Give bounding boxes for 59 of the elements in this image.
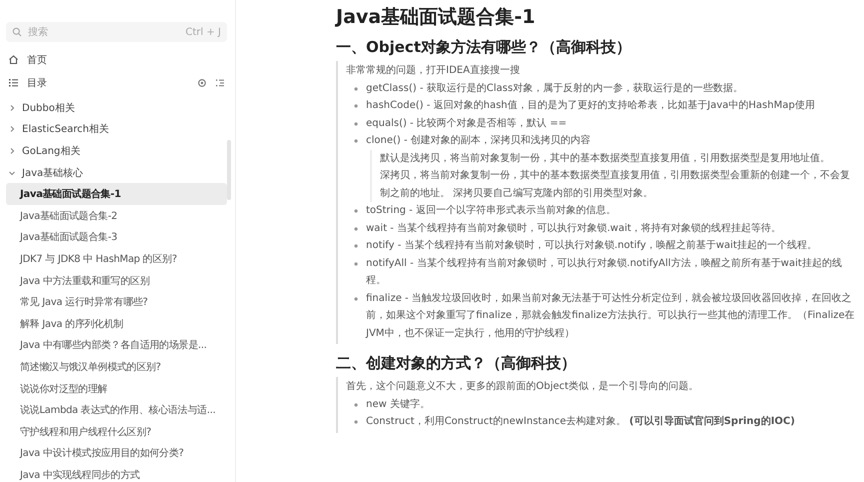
search-icon bbox=[12, 27, 22, 37]
tree-item[interactable]: Java基础面试题合集-3 bbox=[6, 226, 227, 248]
paragraph: 首先，这个问题意义不大，更多的跟前面的Object类似，是一个引导向的问题。 bbox=[346, 380, 700, 394]
list-item: clone() - 创建对象的副本，深拷贝和浅拷贝的内容 bbox=[366, 134, 591, 148]
bullet-icon bbox=[354, 139, 358, 143]
bullet-icon bbox=[354, 402, 358, 406]
bullet-icon bbox=[354, 296, 358, 300]
tree-item[interactable]: ElasticSearch相关 bbox=[22, 122, 109, 136]
list-item: new 关键字。 bbox=[366, 398, 430, 412]
list-item: toString - 返回一个以字符串形式表示当前对象的信息。 bbox=[366, 204, 616, 218]
list-item: notify - 当某个线程持有当前对象锁时，可以执行对象锁.notify，唤醒之前基于wait挂起的一个线程。 bbox=[366, 238, 817, 253]
list-item: wait - 当某个线程持有当前对象锁时，可以执行对象锁.wait，将持有对象锁的线程挂起等待。 bbox=[366, 222, 782, 236]
tree-item[interactable]: Java基础面试题合集-2 bbox=[6, 204, 227, 227]
tree-item[interactable]: 常见 Java 运行时异常有哪些? bbox=[6, 291, 227, 313]
chevron-icon[interactable] bbox=[8, 125, 16, 134]
bullet-icon bbox=[354, 104, 358, 108]
list-icon bbox=[8, 77, 19, 88]
tree-item[interactable]: Java 中实现线程同步的方式 bbox=[6, 464, 227, 482]
tree-item[interactable]: 说说Lambda 表达式的作用、核心语法与适... bbox=[6, 399, 227, 421]
tree-item[interactable]: Java 中有哪些内部类？各自适用的场景是... bbox=[6, 334, 227, 356]
chevron-icon[interactable] bbox=[8, 104, 16, 112]
tree-item[interactable]: 简述懒汉与饿汉单例模式的区别? bbox=[6, 356, 227, 378]
tree-item[interactable]: JDK7 与 JDK8 中 HashMap 的区别? bbox=[6, 248, 227, 270]
tree-item[interactable]: Java 中方法重载和重写的区别 bbox=[6, 270, 227, 292]
nav-item[interactable]: 首页 bbox=[27, 52, 225, 66]
bullet-icon bbox=[354, 226, 358, 230]
list-item: notifyAll - 当某个线程持有当前对象锁时，可以执行对象锁.notifyAll方法，唤醒之前所有基于wait挂起的线程。 bbox=[366, 256, 843, 288]
paragraph: 非常常规的问题，打开IDEA直接搜一搜 bbox=[346, 64, 521, 78]
tree-item[interactable]: Java 中设计模式按应用目的如何分类? bbox=[6, 442, 227, 464]
bullet-icon bbox=[354, 122, 358, 126]
tree-item[interactable]: GoLang相关 bbox=[22, 144, 80, 158]
list-note: 深拷贝，将当前对象复制一份，其中的基本数据类型直接复用值，引用数据类型会重新的创建一个，不会复制之前的地址。 深拷贝要自己编写克隆内部的引用类型对象。 bbox=[370, 167, 856, 202]
bullet-icon bbox=[354, 262, 358, 266]
bullet-icon bbox=[354, 209, 358, 213]
bullet-icon bbox=[354, 244, 358, 248]
list-item: equals() - 比较两个对象是否相等，默认 == bbox=[366, 116, 567, 130]
list-collapse-icon[interactable] bbox=[215, 78, 225, 88]
shortcut-hint: Ctrl + J bbox=[186, 26, 221, 38]
locate-icon[interactable] bbox=[197, 78, 207, 88]
nav-item[interactable]: 目录 bbox=[27, 76, 189, 90]
list-item: getClass() - 获取运行是的Class对象，属于反射的内一参，获取运行是的一些数据。 bbox=[366, 82, 743, 96]
list-note: 默认是浅拷贝，将当前对象复制一份，其中的基本数据类型直接复用值，引用数据类型是复用地址值。 bbox=[370, 150, 856, 167]
section-heading: 一、Object对象方法有哪些？（高御科技） bbox=[336, 38, 632, 57]
list-item: finalize - 当触发垃圾回收时，如果当前对象无法基于可达性分析定位到，就会被垃圾回收器回收掉，在回收之前，如果这个对象重写了finalize，那就会触发finalize方法执行。可以执行一些其他的清理工作。（Finalize在JVM中，也不保证一定执行，他用的守护线程） bbox=[366, 292, 856, 340]
tree-item[interactable]: 说说你对泛型的理解 bbox=[6, 378, 227, 400]
section-heading: 二、创建对象的方式？（高御科技） bbox=[336, 354, 577, 373]
chevron-icon[interactable] bbox=[8, 146, 16, 155]
bullet-icon bbox=[354, 86, 358, 90]
tree-item[interactable]: 解释 Java 的序列化机制 bbox=[6, 312, 227, 335]
tree-item[interactable]: Java基础面试题合集-1 bbox=[6, 183, 227, 205]
tree-item[interactable]: 守护线程和用户线程什么区别? bbox=[6, 420, 227, 442]
tree-item[interactable]: Dubbo相关 bbox=[22, 100, 75, 115]
bullet-icon bbox=[354, 420, 358, 424]
home-icon bbox=[8, 54, 19, 65]
list-item: hashCode() - 返回对象的hash值，目的是为了更好的支持哈希表，比如基于Java中的HashMap使用 bbox=[366, 98, 815, 113]
list-item: Construct，利用Construct的newInstance去构建对象。 (可以引导面试官问到Spring的IOC) bbox=[366, 414, 795, 429]
document-title: Java基础面试题合集-1 bbox=[336, 5, 536, 30]
tree-item[interactable]: Java基础核心 bbox=[22, 166, 84, 180]
chevron-icon[interactable] bbox=[8, 168, 16, 177]
